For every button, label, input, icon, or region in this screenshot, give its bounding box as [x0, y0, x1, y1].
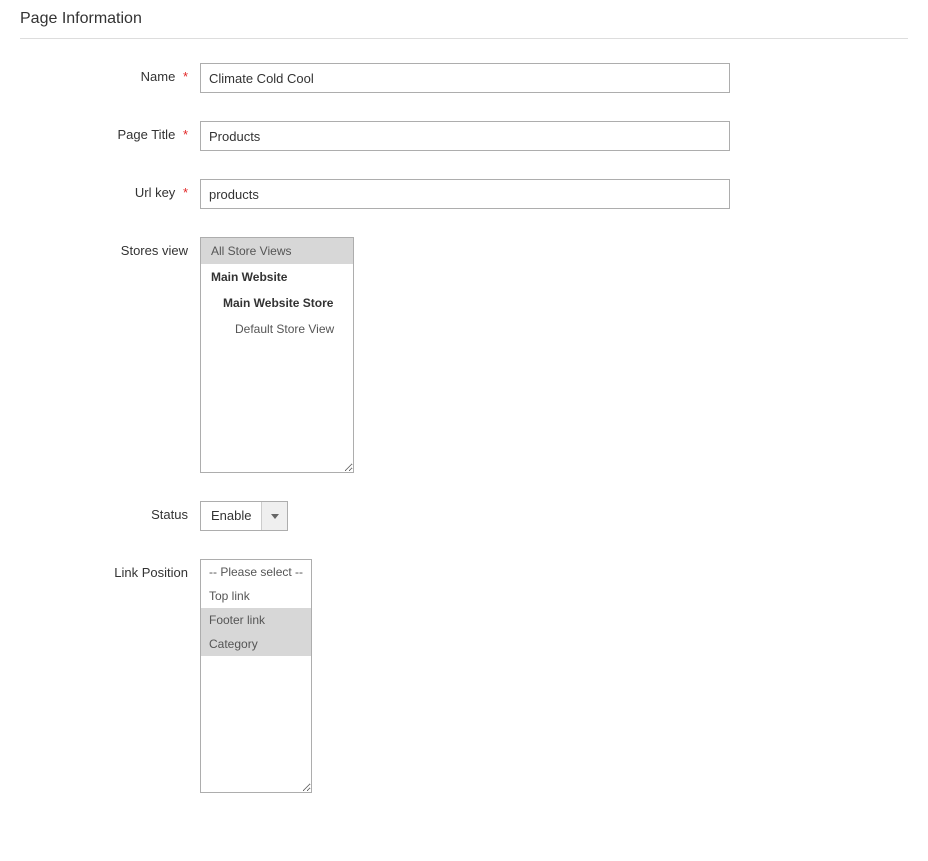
status-label-text: Status — [151, 507, 188, 522]
stores-view-label-text: Stores view — [121, 243, 188, 258]
status-label: Status — [20, 501, 200, 522]
required-asterisk: * — [183, 127, 188, 142]
chevron-down-icon — [261, 502, 287, 530]
name-label: Name * — [20, 63, 200, 84]
link-position-listbox[interactable]: -- Please select --Top linkFooter linkCa… — [200, 559, 312, 793]
link-position-option[interactable]: Category — [201, 632, 311, 656]
field-row-name: Name * — [20, 63, 908, 93]
name-input[interactable] — [200, 63, 730, 93]
status-select-value: Enable — [201, 502, 261, 530]
url-key-label-text: Url key — [135, 185, 175, 200]
field-row-stores-view: Stores view All Store ViewsMain WebsiteM… — [20, 237, 908, 473]
field-row-link-position: Link Position -- Please select --Top lin… — [20, 559, 908, 793]
url-key-input[interactable] — [200, 179, 730, 209]
link-position-option[interactable]: -- Please select -- — [201, 560, 311, 584]
page-title-label: Page Title * — [20, 121, 200, 142]
stores-view-label: Stores view — [20, 237, 200, 258]
stores-view-option[interactable]: All Store Views — [201, 238, 353, 264]
link-position-option[interactable]: Top link — [201, 584, 311, 608]
required-asterisk: * — [183, 185, 188, 200]
stores-view-listbox[interactable]: All Store ViewsMain WebsiteMain Website … — [200, 237, 354, 473]
required-asterisk: * — [183, 69, 188, 84]
status-select[interactable]: Enable — [200, 501, 288, 531]
stores-view-option[interactable]: Main Website — [201, 264, 353, 290]
field-row-url-key: Url key * — [20, 179, 908, 209]
link-position-label-text: Link Position — [114, 565, 188, 580]
name-label-text: Name — [141, 69, 176, 84]
url-key-label: Url key * — [20, 179, 200, 200]
link-position-option[interactable]: Footer link — [201, 608, 311, 632]
section-title: Page Information — [20, 10, 908, 39]
field-row-page-title: Page Title * — [20, 121, 908, 151]
stores-view-option[interactable]: Main Website Store — [201, 290, 353, 316]
stores-view-option[interactable]: Default Store View — [201, 316, 353, 342]
page-title-input[interactable] — [200, 121, 730, 151]
field-row-status: Status Enable — [20, 501, 908, 531]
link-position-label: Link Position — [20, 559, 200, 580]
page-title-label-text: Page Title — [117, 127, 175, 142]
